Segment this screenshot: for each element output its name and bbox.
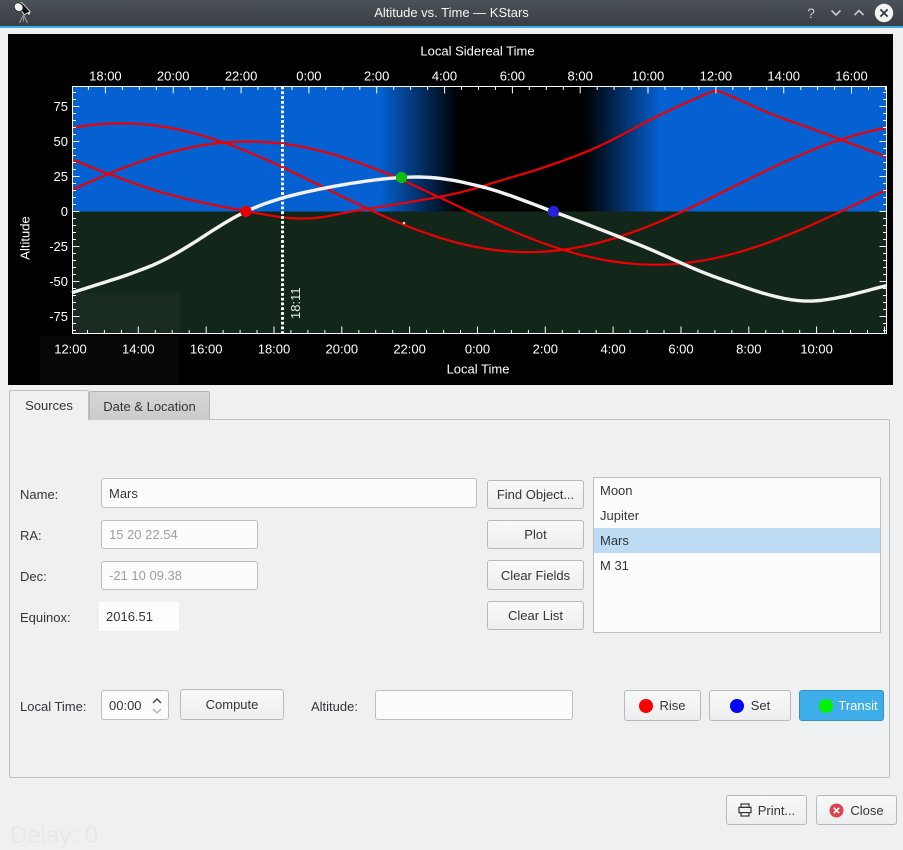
svg-text:10:00: 10:00 bbox=[632, 69, 665, 84]
svg-text:16:00: 16:00 bbox=[190, 342, 223, 357]
svg-text:-25: -25 bbox=[49, 239, 68, 254]
svg-text:0: 0 bbox=[61, 204, 68, 219]
svg-text:8:00: 8:00 bbox=[736, 342, 761, 357]
svg-text:4:00: 4:00 bbox=[600, 342, 625, 357]
svg-text:75: 75 bbox=[54, 99, 68, 114]
svg-text:8:00: 8:00 bbox=[568, 69, 593, 84]
svg-text:?: ? bbox=[807, 5, 815, 21]
svg-text:6:00: 6:00 bbox=[668, 342, 693, 357]
svg-text:Local Time: Local Time bbox=[447, 362, 510, 377]
svg-text:6:00: 6:00 bbox=[500, 69, 525, 84]
svg-text:22:00: 22:00 bbox=[225, 69, 258, 84]
svg-text:18:00: 18:00 bbox=[258, 342, 291, 357]
svg-text:25: 25 bbox=[54, 169, 68, 184]
svg-text:Altitude: Altitude bbox=[18, 216, 33, 259]
svg-text:14:00: 14:00 bbox=[122, 342, 155, 357]
svg-text:-50: -50 bbox=[49, 274, 68, 289]
svg-text:12:00: 12:00 bbox=[54, 342, 87, 357]
svg-text:Local Sidereal Time: Local Sidereal Time bbox=[420, 44, 534, 59]
svg-text:0:00: 0:00 bbox=[465, 342, 490, 357]
svg-text:18:00: 18:00 bbox=[89, 69, 122, 84]
svg-text:50: 50 bbox=[54, 134, 68, 149]
svg-text:20:00: 20:00 bbox=[157, 69, 190, 84]
svg-text:14:00: 14:00 bbox=[767, 69, 800, 84]
svg-text:18:11: 18:11 bbox=[288, 287, 303, 319]
svg-text:2:00: 2:00 bbox=[364, 69, 389, 84]
svg-text:-75: -75 bbox=[49, 309, 68, 324]
svg-text:2:00: 2:00 bbox=[533, 342, 558, 357]
svg-text:16:00: 16:00 bbox=[835, 69, 868, 84]
svg-text:22:00: 22:00 bbox=[393, 342, 426, 357]
svg-text:10:00: 10:00 bbox=[800, 342, 833, 357]
svg-text:12:00: 12:00 bbox=[700, 69, 733, 84]
svg-text:0:00: 0:00 bbox=[296, 69, 321, 84]
svg-text:4:00: 4:00 bbox=[432, 69, 457, 84]
svg-text:20:00: 20:00 bbox=[326, 342, 359, 357]
